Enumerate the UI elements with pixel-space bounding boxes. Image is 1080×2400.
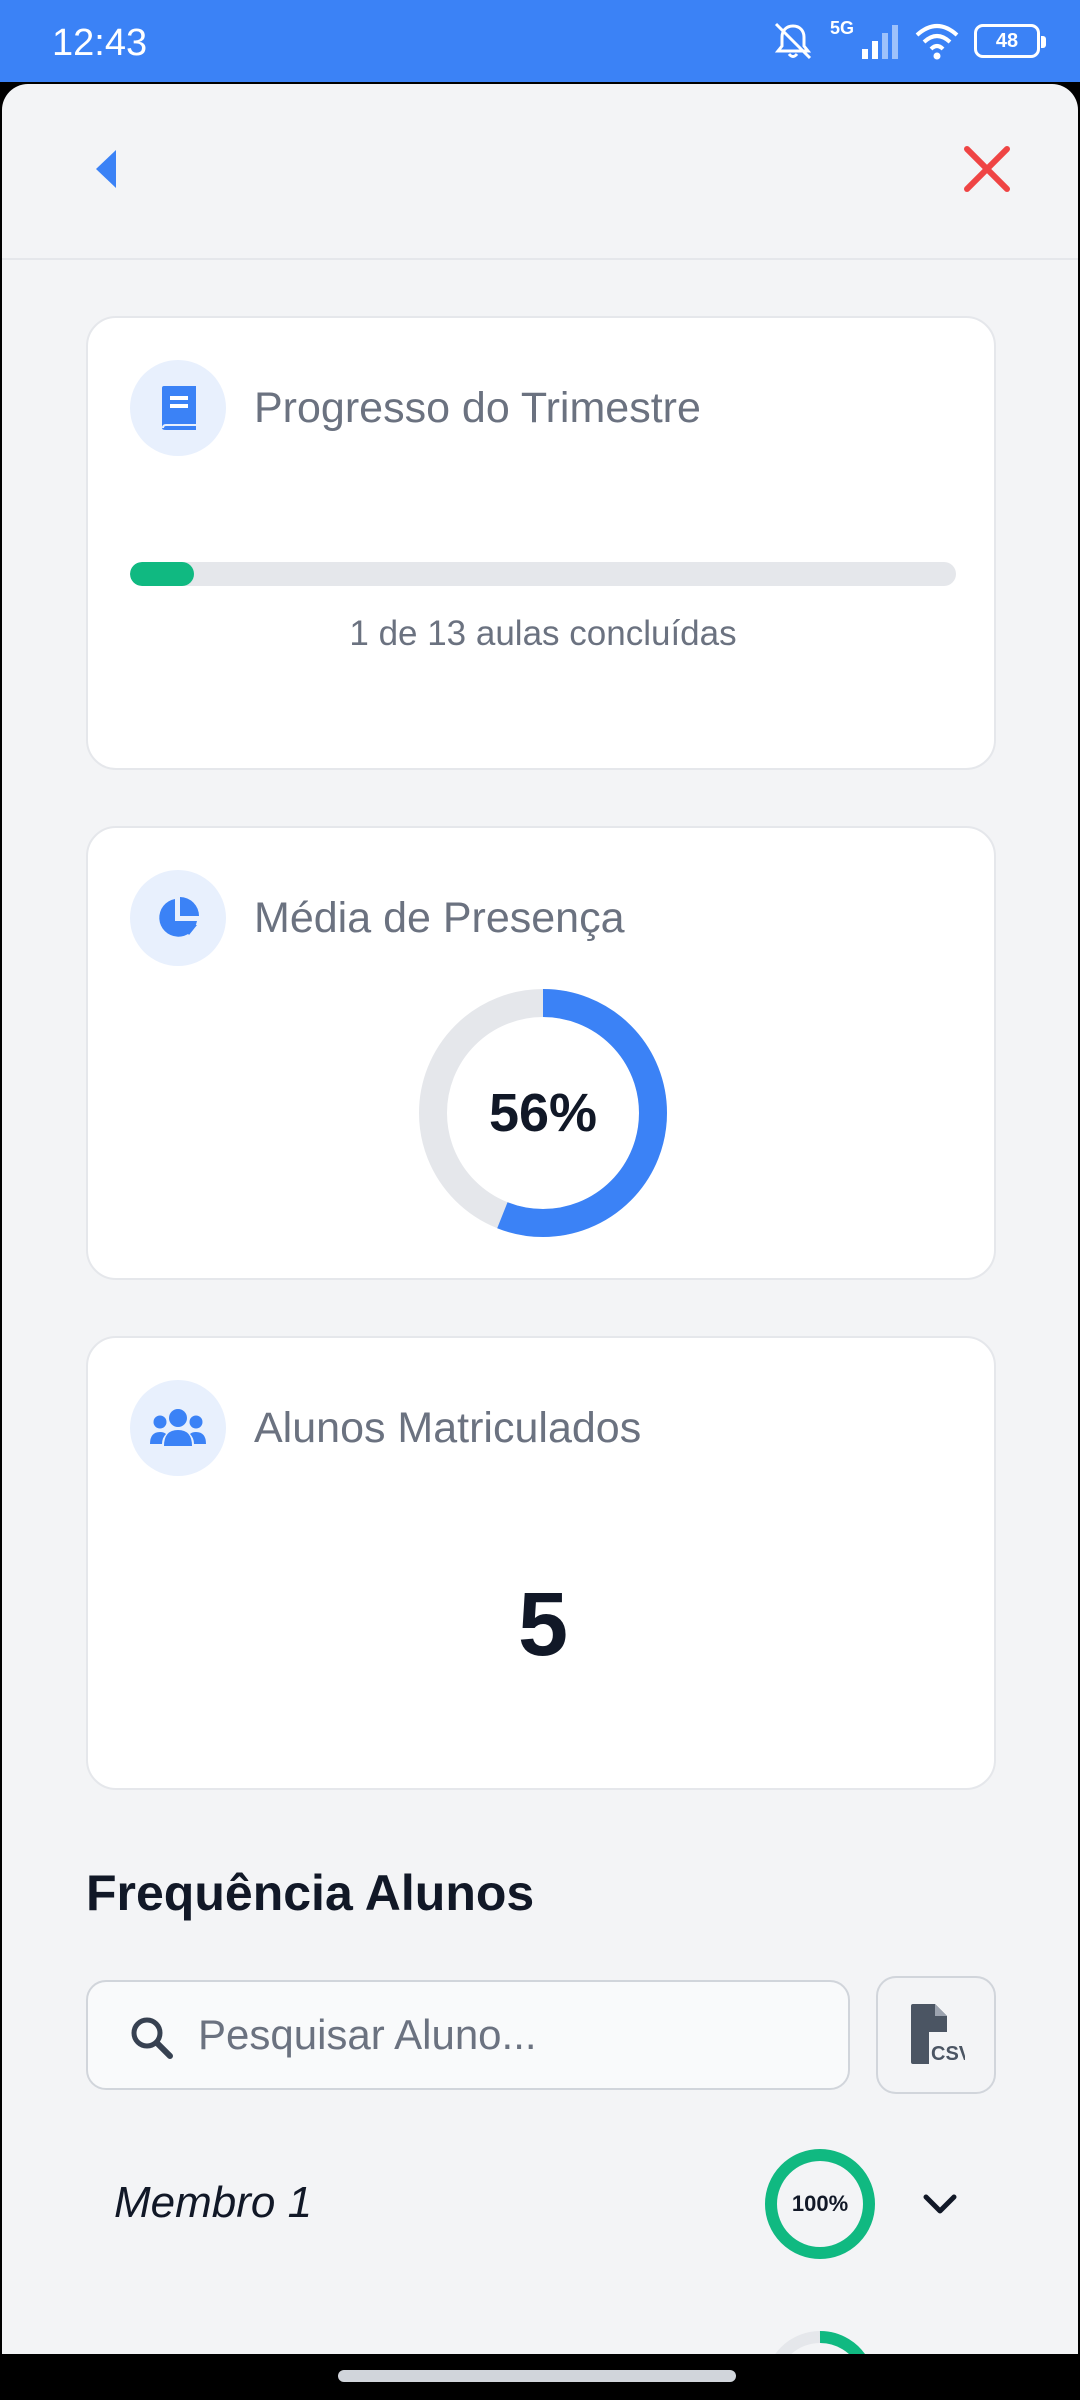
signal-icon [862,25,898,59]
status-bar: 12:43 5G 48 [0,0,1080,82]
export-csv-button[interactable]: CSV [876,1976,996,2094]
battery-level: 48 [995,29,1019,52]
member-attendance-ring: 100% [764,2148,876,2260]
status-time: 12:43 [52,22,148,64]
progress-caption: 1 de 13 aulas concluídas [349,614,737,653]
progress-title: Progresso do Trimestre [254,384,701,432]
svg-text:CSV: CSV [931,2043,965,2065]
attendance-card: Média de Presença 56% [86,826,996,1280]
search-field[interactable] [86,1980,850,2090]
book-icon [130,360,226,456]
enrolled-card: Alunos Matriculados 5 [86,1336,996,1790]
back-arrow-icon [96,150,116,188]
home-indicator[interactable] [338,2370,736,2382]
chevron-down-icon[interactable] [918,2182,962,2226]
next-member-ring-partial [764,2330,876,2354]
search-icon [128,2014,174,2060]
network-type: 5G [829,18,854,38]
enrolled-count: 5 [517,1575,569,1675]
battery-icon: 48 [974,24,1046,58]
mute-vibrate-icon [774,22,812,60]
pie-chart-icon [130,870,226,966]
attendance-percent: 56% [488,1083,598,1143]
status-icons: 5G 48 [770,18,1046,64]
csv-file-icon: CSV [911,2004,965,2065]
progress-bar-fill [130,562,194,586]
system-nav-bar [0,2354,1080,2400]
wifi-icon [915,24,959,60]
back-button[interactable] [82,144,132,194]
sheet-header [2,84,1078,260]
member-row[interactable]: Membro 1 100% [86,2136,996,2276]
search-input[interactable] [198,1982,828,2088]
member-name: Membro 1 [114,2178,313,2227]
progress-card: Progresso do Trimestre 1 de 13 aulas con… [86,316,996,770]
section-title: Frequência Alunos [86,1865,535,1921]
attendance-sheet: Progresso do Trimestre 1 de 13 aulas con… [2,84,1078,2354]
close-icon [964,146,1010,192]
attendance-donut: 56% [418,988,668,1238]
progress-bar [130,562,956,586]
close-button[interactable] [962,144,1012,194]
enrolled-title: Alunos Matriculados [254,1404,642,1452]
attendance-title: Média de Presença [254,894,625,942]
member-percent: 100% [791,2191,849,2216]
users-icon [130,1380,226,1476]
